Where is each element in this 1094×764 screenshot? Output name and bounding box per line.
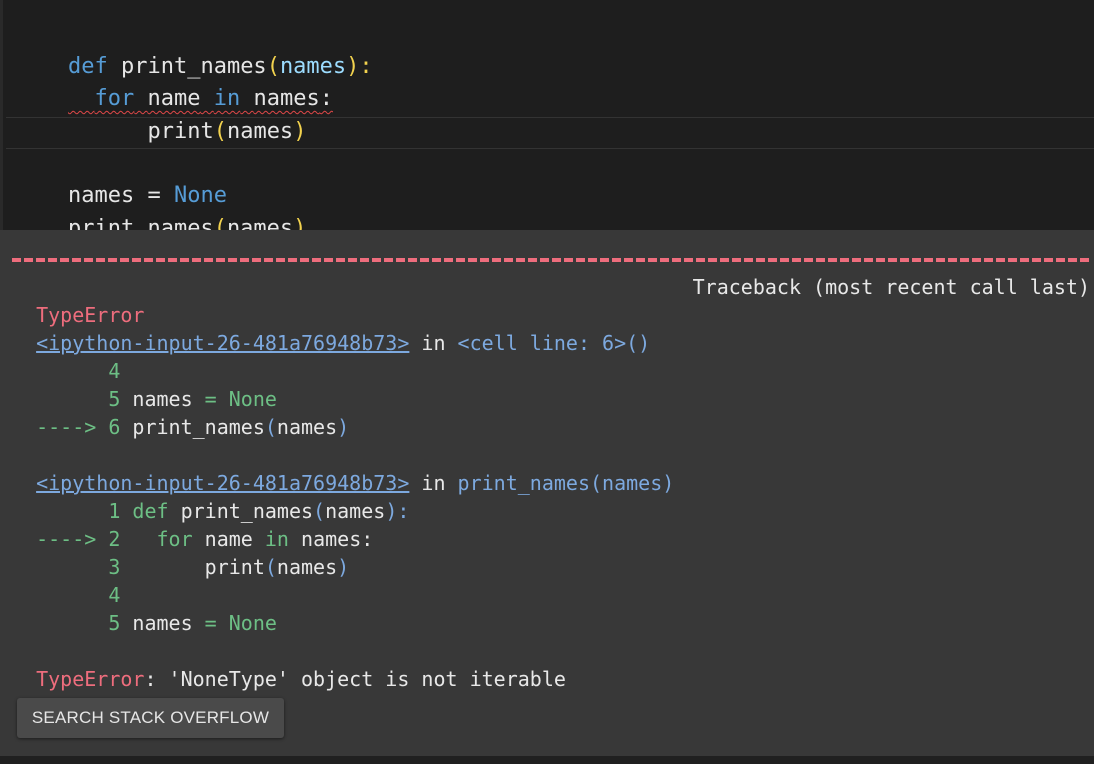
current-line-arrow: ----> 6 (36, 415, 133, 439)
frame2-line-4: 4 (36, 583, 121, 607)
code-cell-editor[interactable]: def print_names(names): for name in name… (0, 0, 1094, 241)
code-line-6[interactable]: print_names(names) (15, 181, 306, 241)
frame1-line-6-current: ----> 6 print_names(names) (36, 415, 350, 439)
error-type: TypeError (36, 667, 145, 691)
builtin-print: print (147, 119, 214, 144)
frame1-location: <cell line: 6>() (457, 331, 651, 355)
frame2-line-3: 3 print(names) (36, 555, 350, 579)
error-message: : 'NoneType' object is not iterable (144, 667, 566, 691)
frame2-line-2-current: ----> 2 for name in names: (36, 527, 374, 551)
traceback-header: Traceback (most recent call last) (692, 275, 1090, 299)
frame1-line-5: 5 names = None (36, 387, 277, 411)
search-stack-overflow-button[interactable]: SEARCH STACK OVERFLOW (17, 698, 284, 738)
frame2-location: print_names(names) (457, 471, 675, 495)
frame1-line-4: 4 (36, 359, 121, 383)
frame2-header: <ipython-input-26-481a76948b73> in print… (36, 471, 675, 495)
frame2-line-1: 1 def print_names(names): (36, 499, 410, 523)
bottom-border (0, 756, 1094, 764)
error-message-line: TypeError: 'NoneType' object is not iter… (12, 637, 566, 691)
frame2-line-5: 5 names = None (36, 611, 277, 635)
frame1-header: <ipython-input-26-481a76948b73> in <cell… (36, 331, 651, 355)
code-line-5[interactable]: names = None (15, 148, 227, 208)
traceback-header-line: TypeError Traceback (most recent call la… (12, 273, 1090, 327)
code-line-2[interactable]: for name in names: (15, 51, 332, 111)
code-line-3[interactable]: print(names) (15, 84, 306, 144)
traceback-divider (12, 258, 1090, 262)
code-line-1[interactable]: def print_names(names): (15, 19, 373, 79)
